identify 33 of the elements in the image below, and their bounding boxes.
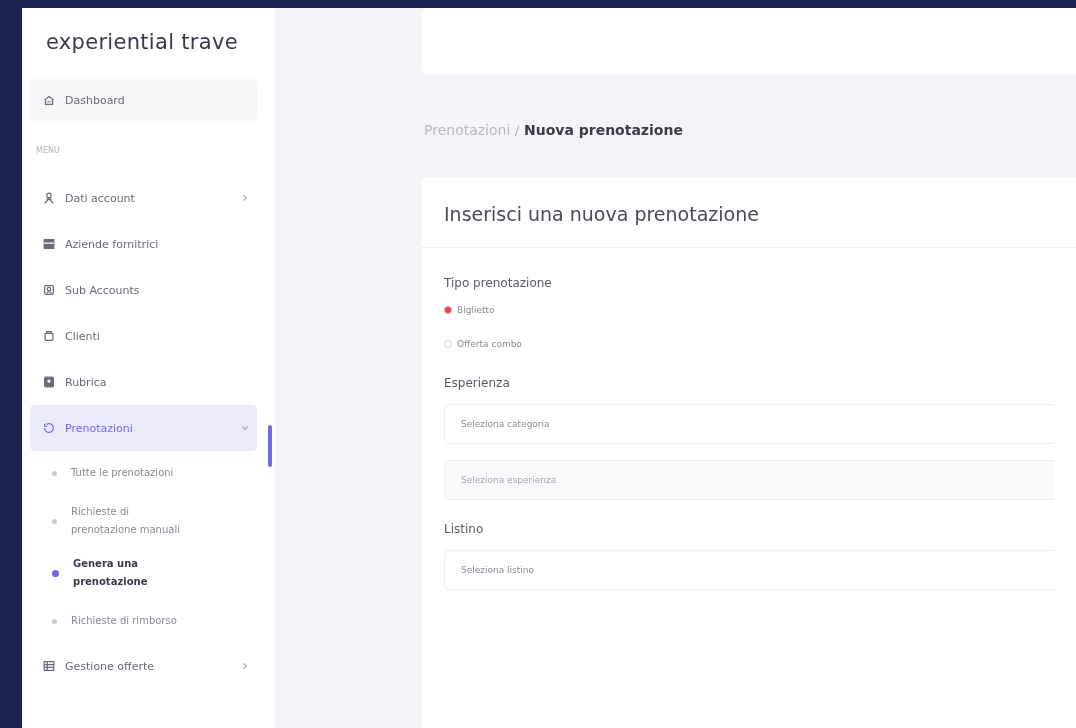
scrollbar-thumb[interactable]	[268, 425, 272, 467]
sidebar-item[interactable]: Dashboard	[30, 78, 257, 122]
sidebar-subitem[interactable]: Genera una prenotazione	[30, 547, 257, 599]
sidebar-item[interactable]: Dati account	[30, 175, 257, 221]
breadcrumb: Prenotazioni / Nuova prenotazione	[423, 121, 684, 140]
store-icon	[42, 237, 56, 251]
radio-option[interactable]: Offerta combo	[444, 334, 522, 354]
sidebar-item[interactable]: Clienti	[30, 313, 257, 359]
sidebar-subitem[interactable]: Richieste di prenotazione manuali	[30, 495, 257, 547]
person-icon	[42, 191, 56, 205]
sidebar-item[interactable]: Prenotazioni	[30, 405, 257, 451]
user-square-icon	[42, 283, 56, 297]
radio-option[interactable]: Biglietto	[444, 300, 495, 320]
contact-book-icon	[42, 375, 56, 389]
sidebar-item[interactable]: Aziende fornitrici	[30, 221, 257, 267]
app-logo: experiential trave	[45, 29, 239, 56]
table-icon	[42, 659, 56, 673]
sidebar-subitem[interactable]: Richieste di rimborso	[30, 599, 257, 643]
section-header: MENU	[35, 145, 61, 157]
card-title: Inserisci una nuova prenotazione	[422, 177, 1076, 248]
radio-button[interactable]	[444, 306, 452, 314]
select-field[interactable]: Seleziona listino	[444, 550, 1054, 590]
select-field[interactable]: Seleziona categoria	[444, 404, 1054, 444]
sidebar-item[interactable]: Rubrica	[30, 359, 257, 405]
field-label: Tipo prenotazione	[444, 276, 553, 290]
history-icon	[42, 421, 56, 435]
bag-icon	[42, 329, 56, 343]
sidebar-subitem[interactable]: Tutte le prenotazioni	[30, 451, 257, 495]
field-label: Listino	[444, 522, 485, 536]
sidebar-item[interactable]: Sub Accounts	[30, 267, 257, 313]
home-icon	[42, 93, 56, 107]
field-label: Esperienza	[444, 376, 511, 390]
sidebar-item[interactable]: Gestione offerte	[30, 643, 257, 689]
